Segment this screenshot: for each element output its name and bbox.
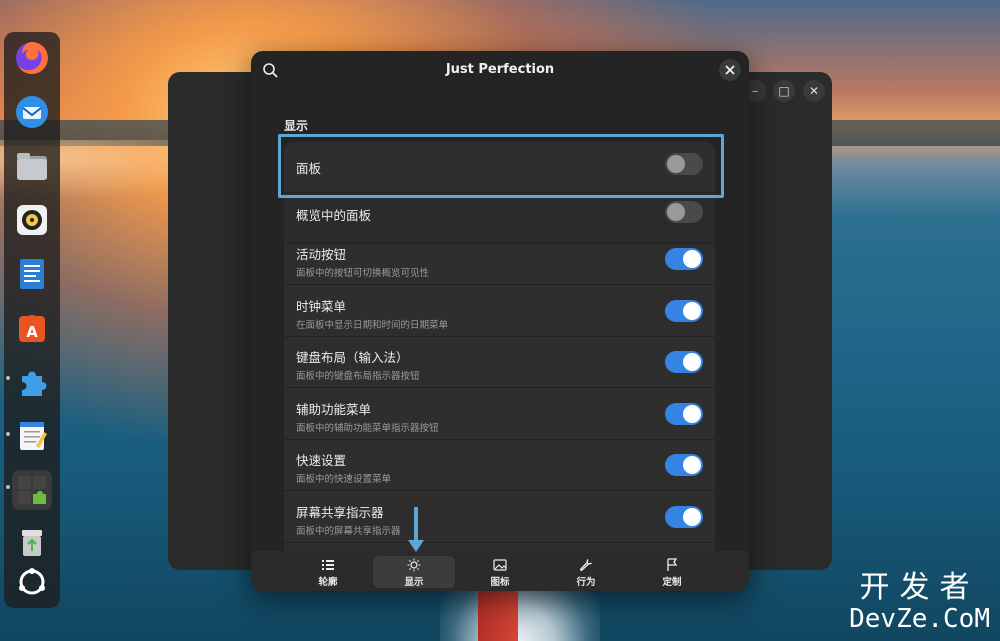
toggle-switch[interactable] [665, 300, 703, 322]
settings-list: 面板 概览中的面板 活动按钮 面板中的按钮可切换概览可见性 时钟菜单 在面板中显… [284, 142, 715, 591]
wrench-icon [579, 559, 592, 572]
thunderbird-icon[interactable] [12, 92, 52, 132]
row-subtitle: 面板中的键盘布局指示器按钮 [296, 371, 420, 382]
close-icon[interactable]: ✕ [803, 80, 825, 102]
close-button[interactable] [719, 59, 741, 81]
image-icon [493, 559, 507, 571]
row-subtitle: 面板中的屏幕共享指示器 [296, 526, 401, 537]
row-subtitle: 面板中的快速设置菜单 [296, 474, 392, 485]
row-subtitle: 面板中的按钮可切换概览可见性 [296, 268, 430, 279]
annotation-arrow-head [408, 540, 424, 552]
text-editor-icon[interactable] [12, 416, 52, 456]
tab-display[interactable]: 显示 [373, 556, 455, 588]
window-title: Just Perfection [445, 62, 555, 77]
files-icon[interactable] [12, 146, 52, 186]
rhythmbox-icon[interactable] [12, 200, 52, 240]
row-title: 键盘布局（输入法） [296, 350, 409, 365]
headerbar: Just Perfection [251, 51, 749, 89]
toggle-switch[interactable] [665, 351, 703, 373]
row-quick-settings[interactable]: 快速设置 面板中的快速设置菜单 [284, 440, 715, 491]
sun-icon [407, 558, 421, 572]
tab-icons[interactable]: 图标 [459, 556, 541, 588]
tab-label: 显示 [404, 577, 424, 588]
row-activities-button[interactable]: 活动按钮 面板中的按钮可切换概览可见性 [284, 234, 715, 285]
trash-icon[interactable] [12, 522, 52, 562]
customize-icon [667, 558, 678, 571]
tab-outline[interactable]: 轮廓 [287, 556, 369, 588]
show-apps-icon[interactable] [12, 562, 52, 602]
tab-label: 行为 [576, 577, 596, 588]
row-title: 概览中的面板 [296, 208, 372, 223]
firefox-icon[interactable] [12, 38, 52, 78]
section-title: 显示 [284, 119, 309, 133]
list-icon [322, 560, 334, 570]
row-title: 辅助功能菜单 [296, 402, 372, 417]
toggle-switch[interactable] [665, 201, 703, 223]
watermark-en: DevZe.CoM [849, 604, 990, 634]
row-subtitle: 面板中的辅助功能菜单指示器按钮 [296, 423, 439, 434]
extensions-icon[interactable] [12, 362, 52, 402]
tab-label: 定制 [662, 577, 682, 588]
row-title: 时钟菜单 [296, 299, 347, 314]
preferences-window: Just Perfection 显示 面板 概览中的面板 活动按钮 面板中的按钮… [251, 51, 749, 591]
tab-behavior[interactable]: 行为 [545, 556, 627, 588]
row-keyboard-layout[interactable]: 键盘布局（输入法） 面板中的键盘布局指示器按钮 [284, 337, 715, 388]
watermark: 开发者 DevZe.CoM [849, 570, 990, 635]
row-subtitle: 在面板中显示日期和时间的日期菜单 [296, 320, 449, 331]
watermark-cn: 开发者 [859, 570, 980, 605]
row-title: 屏幕共享指示器 [296, 505, 384, 520]
dock: A [4, 32, 60, 608]
toggle-switch[interactable] [665, 454, 703, 476]
toggle-switch[interactable] [665, 403, 703, 425]
tab-label: 轮廓 [318, 577, 338, 588]
toggle-switch[interactable] [665, 248, 703, 270]
running-indicator [6, 376, 10, 380]
tab-label: 图标 [490, 577, 510, 588]
running-indicator [6, 432, 10, 436]
toggle-switch[interactable] [665, 506, 703, 528]
row-accessibility-menu[interactable]: 辅助功能菜单 面板中的辅助功能菜单指示器按钮 [284, 389, 715, 440]
row-title: 快速设置 [296, 453, 347, 468]
row-title: 活动按钮 [296, 247, 347, 262]
extension-manager-icon[interactable] [12, 470, 52, 510]
row-screen-sharing-indicator[interactable]: 屏幕共享指示器 面板中的屏幕共享指示器 [284, 492, 715, 543]
close-icon [725, 65, 735, 75]
annotation-highlight-box [278, 134, 724, 198]
app-center-icon[interactable]: A [12, 308, 52, 348]
wallpaper-ship-bow [478, 590, 518, 641]
view-switcher: 轮廓 显示 图标 行为 定制 [251, 551, 749, 591]
maximize-icon[interactable]: □ [773, 80, 795, 102]
row-clock-menu[interactable]: 时钟菜单 在面板中显示日期和时间的日期菜单 [284, 286, 715, 337]
svg-text:A: A [26, 323, 38, 341]
writer-icon[interactable] [12, 254, 52, 294]
tab-customize[interactable]: 定制 [631, 556, 713, 588]
running-indicator [6, 485, 10, 489]
